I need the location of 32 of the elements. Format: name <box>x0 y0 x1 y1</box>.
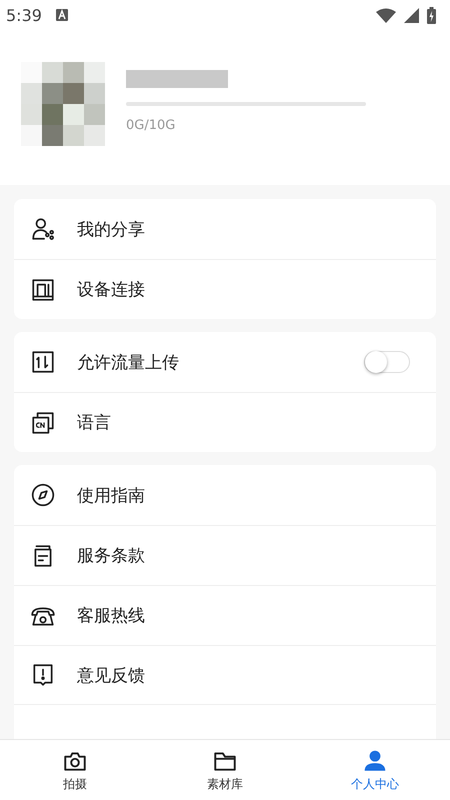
nav-tab[interactable]: 素材库 <box>150 740 300 800</box>
compass-icon <box>30 482 56 508</box>
menu-label: 使用指南 <box>77 484 146 506</box>
share-person-icon <box>30 216 56 242</box>
signal-icon <box>404 8 419 22</box>
menu-label: 我的分享 <box>77 218 146 240</box>
wifi-icon <box>376 8 396 22</box>
battery-icon <box>427 6 436 24</box>
menu-item[interactable]: 语言 <box>14 392 436 452</box>
menu-item[interactable]: 使用指南 <box>14 465 436 525</box>
arrows-icon <box>30 349 56 375</box>
menu-label: 服务条款 <box>77 545 146 567</box>
keyboard-letter-icon <box>56 9 68 21</box>
toggle-switch[interactable] <box>364 351 410 373</box>
nav-tab[interactable]: 个人中心 <box>300 740 450 800</box>
nav-tab[interactable]: 拍摄 <box>0 740 150 800</box>
person-icon <box>362 748 388 774</box>
menu-item[interactable]: 客服热线 <box>14 585 436 645</box>
menu-item[interactable]: 意见反馈 <box>14 645 436 705</box>
status-time: 5:39 <box>6 6 42 24</box>
device-icon <box>30 276 56 302</box>
language-icon <box>30 410 56 436</box>
menu-label: 客服热线 <box>77 605 146 627</box>
menu-item[interactable]: 设备连接 <box>14 259 436 319</box>
menu-item[interactable]: 允许流量上传 <box>14 332 436 392</box>
menu-label: 允许流量上传 <box>77 352 180 374</box>
menu-label: 设备连接 <box>77 279 146 301</box>
menu-item[interactable]: 服务条款 <box>14 525 436 585</box>
menu-item[interactable]: 我的分享 <box>14 199 436 259</box>
storage-reading: 0G/10G <box>126 118 176 133</box>
menu-label: 意见反馈 <box>77 664 146 686</box>
menu-label: 语言 <box>77 412 112 434</box>
